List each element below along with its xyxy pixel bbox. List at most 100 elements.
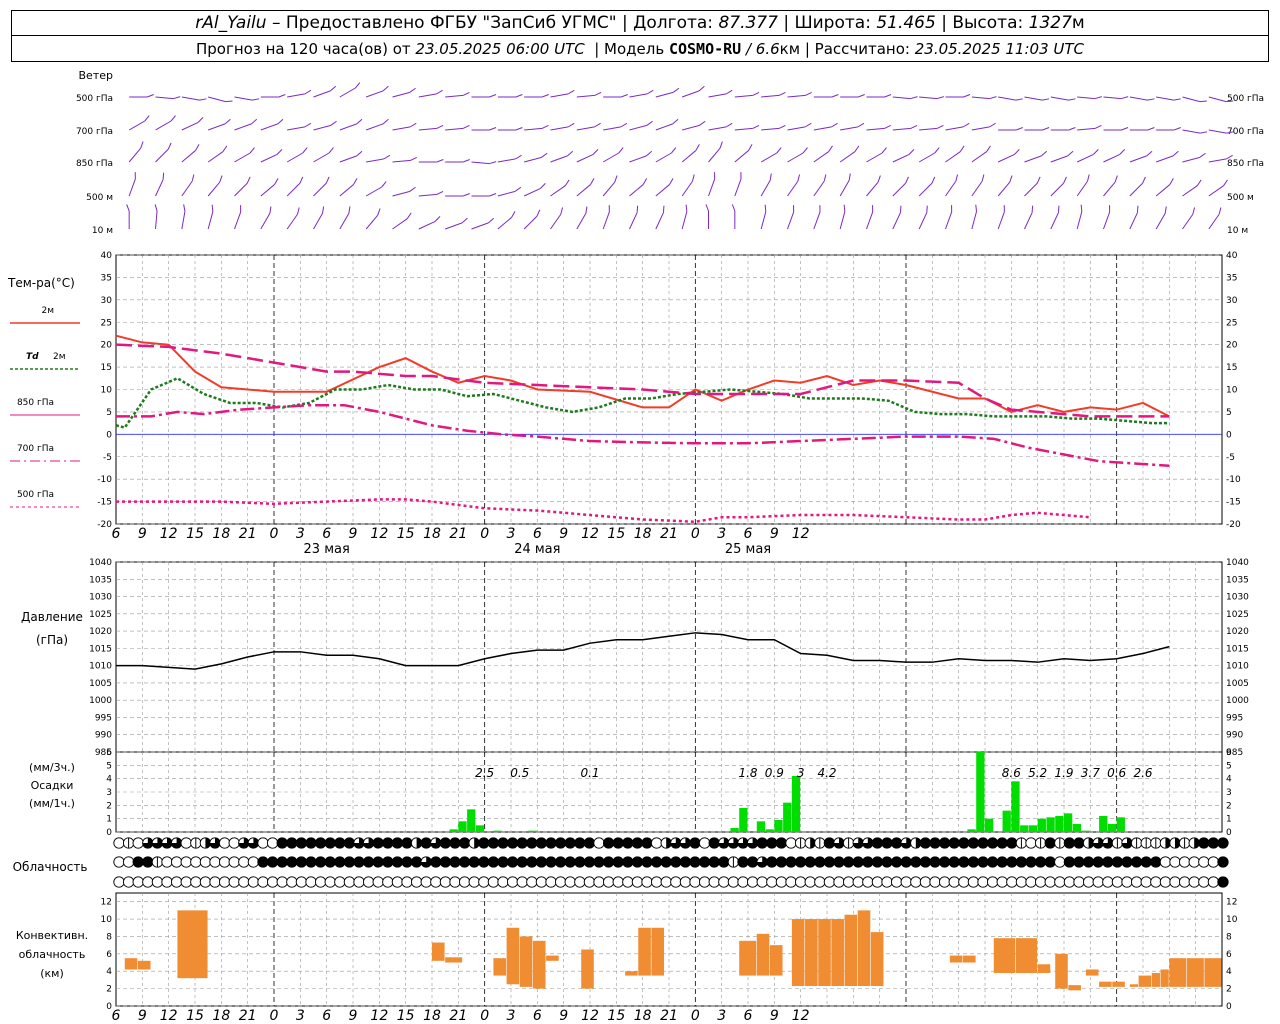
cloud-symbol: [218, 876, 231, 888]
cloud-symbol: [161, 856, 173, 868]
wind-barb: [761, 91, 786, 98]
cloud-symbol: [142, 837, 154, 849]
cloud-symbol: [372, 837, 384, 849]
wind-barb: [445, 91, 470, 98]
cloud-symbol: [286, 856, 298, 868]
y-tick-right: 5: [1226, 408, 1232, 418]
precip-bar: [976, 752, 985, 832]
cloud-symbol: [113, 837, 125, 849]
cloud-symbol: [180, 856, 192, 868]
wind-barb: [734, 172, 742, 197]
wind-barb: [760, 147, 782, 163]
cloud-symbol: [1150, 856, 1162, 868]
cloud-symbol: [545, 837, 557, 849]
cloud-symbol: [468, 856, 480, 868]
wind-barb: [1182, 129, 1208, 134]
wind-barb: [181, 144, 200, 163]
y-tick-left: 1000: [89, 696, 112, 706]
wind-barb: [892, 176, 909, 197]
x-tick: 18: [423, 526, 441, 542]
cloud-symbol: [334, 876, 346, 888]
cloud-symbol: [334, 837, 346, 849]
cloud-symbol: [775, 837, 788, 849]
wind-barb: [629, 178, 648, 197]
y-tick-left: 6: [106, 748, 112, 758]
date-label: 25 мая: [725, 542, 771, 557]
y-tick-right: 12: [1226, 898, 1237, 908]
cloud-symbol: [679, 876, 692, 888]
cloud-symbol: [1034, 837, 1047, 849]
y-tick-left: 995: [95, 713, 112, 723]
wind-barb: [760, 204, 767, 230]
conv-cloud-bar: [739, 940, 757, 976]
cloud-symbol: [689, 837, 701, 849]
cloud-symbol: [718, 876, 730, 888]
cloud-symbol: [516, 837, 528, 849]
cloud-symbol: [698, 856, 711, 868]
cloud-symbol: [372, 856, 384, 868]
cloud-symbol: [468, 876, 480, 888]
y-tick-right: 1030: [1226, 593, 1249, 603]
x-tick: 21: [660, 526, 678, 542]
y-tick-left: -5: [103, 453, 112, 463]
cloud-symbol: [641, 837, 653, 849]
wind-barb: [497, 127, 523, 131]
cloud-symbol: [948, 837, 960, 849]
cloud-symbol: [1082, 856, 1095, 868]
precip-bar: [1011, 781, 1020, 832]
cloud-symbol: [641, 876, 653, 888]
wind-barb: [234, 96, 260, 101]
wind-level-label-right: 500 гПа: [1227, 94, 1264, 104]
cloud-symbol: [372, 876, 384, 888]
cloud-symbol: [151, 856, 164, 868]
x-tick: 21: [239, 526, 257, 542]
conv-cloud-bar: [651, 927, 665, 976]
cloud-symbol: [785, 837, 797, 849]
y-tick-left: 0: [106, 828, 112, 838]
wind-level-label: 500 м: [86, 193, 113, 203]
wind-barb: [708, 172, 716, 197]
cloud-symbol: [833, 837, 845, 849]
cloud-symbol: [958, 856, 970, 868]
y-tick-left: 1005: [89, 679, 112, 689]
wind-barb: [866, 94, 892, 98]
wind-barb: [1155, 178, 1174, 197]
cloud-symbol: [1092, 837, 1104, 849]
wind-barb: [155, 142, 172, 163]
cloud-symbol: [526, 837, 538, 849]
conv-cloud-bar: [756, 933, 770, 976]
precip-panel: 6 6 5 5 4 4 3 3 2 2 1 1 0 0 (мм/3ч.) Осадки (мм/1ч.) 2.5 0…: [29, 748, 1232, 838]
x-tick: 21: [449, 1008, 467, 1024]
y-tick-left: 5: [106, 408, 112, 418]
wind-barb: [260, 149, 283, 163]
wind-barb: [1155, 206, 1167, 230]
conv-cloud-bar: [581, 949, 594, 989]
conv-cloud-bar: [1160, 969, 1169, 987]
cloud-symbol: [775, 876, 788, 888]
cloud-symbol: [170, 837, 183, 849]
precip-bar: [774, 820, 783, 832]
wind-barb: [945, 122, 970, 131]
cloud-symbol: [314, 876, 327, 888]
cloud-symbol: [564, 876, 576, 888]
cloud-symbol: [1082, 837, 1095, 849]
wind-barb: [1103, 175, 1118, 197]
cloud-symbol: [1169, 856, 1181, 868]
precip-bar: [1072, 824, 1082, 832]
wind-barb: [286, 207, 300, 230]
cloud-symbol: [1198, 856, 1210, 868]
wind-barb: [313, 147, 334, 163]
wind-barb: [681, 144, 700, 163]
cloud-symbol: [958, 837, 970, 849]
cloud-symbol: [401, 837, 413, 849]
cloud-symbol: [1130, 837, 1143, 849]
cloud-symbol: [161, 837, 173, 849]
wind-barb: [629, 150, 653, 163]
cloud-symbol: [420, 856, 432, 868]
wind-barb: [1182, 179, 1202, 197]
cloud-symbol: [305, 856, 317, 868]
cloud-symbol: [708, 837, 720, 849]
cloud-symbol: [257, 856, 269, 868]
cloud-symbol: [862, 837, 874, 849]
y-tick-right: 1025: [1226, 610, 1249, 620]
